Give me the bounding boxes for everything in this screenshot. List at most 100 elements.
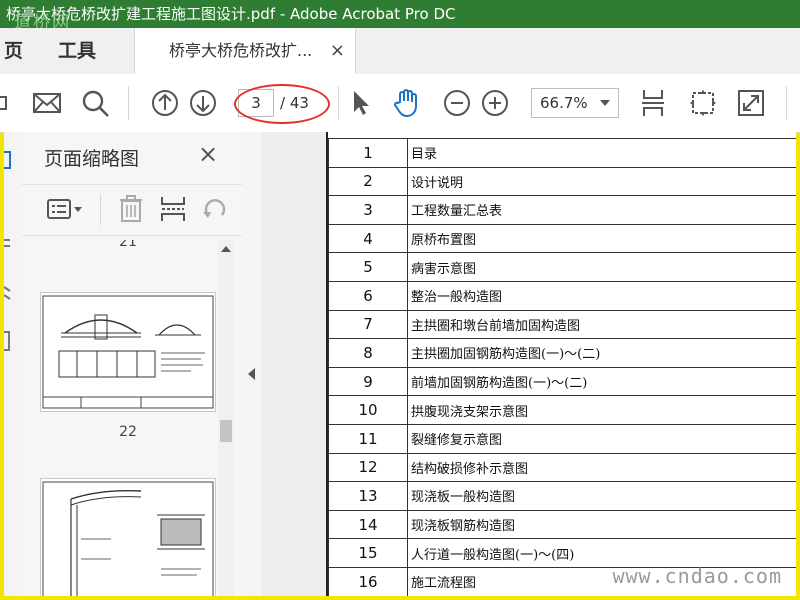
table-row: 13 现浇板一般构造图 <box>328 481 796 511</box>
thumbnail-page-number: 21 <box>119 240 137 250</box>
row-number: 16 <box>328 566 408 596</box>
tab-tools[interactable]: 工具 <box>58 28 96 74</box>
zoom-out-icon[interactable] <box>442 88 472 118</box>
drawing-index-table: 1 目录 2 设计说明 3 工程数量汇总表 4 原桥布置图 5 病害示意图 6 整治一般构造图 7 主拱圈… <box>328 138 796 596</box>
table-row: 9 前墙加固钢筋构造图(一)～(二) <box>328 366 796 397</box>
table-row: 7 主拱圈和墩台前墙加固构造图 <box>328 309 796 340</box>
drawing-title: 设计说明 <box>407 166 796 197</box>
collapse-panel-icon[interactable] <box>248 368 255 380</box>
tab-document-label: 桥亭大桥危桥改扩... <box>169 41 313 60</box>
select-cursor-icon[interactable] <box>346 88 376 118</box>
thumbnail-page-number: 22 <box>119 424 137 440</box>
main-toolbar: 3 / 43 66.7% <box>0 74 800 133</box>
drawing-title: 整治一般构造图 <box>407 280 796 311</box>
zoom-select[interactable]: 66.7% <box>531 88 619 118</box>
chevron-down-icon <box>600 100 610 106</box>
drawing-title: 原桥布置图 <box>407 223 796 254</box>
panel-separator <box>100 195 101 225</box>
zoom-in-icon[interactable] <box>480 88 510 118</box>
toolbar-separator <box>338 86 339 120</box>
drawing-title: 前墙加固钢筋构造图(一)～(二) <box>407 366 796 397</box>
table-row: 4 原桥布置图 <box>328 223 796 254</box>
thumbnail-scrollbar[interactable] <box>218 240 234 596</box>
panel-title: 页面缩略图 <box>44 148 140 170</box>
fit-page-icon[interactable] <box>688 88 718 118</box>
toolbar-separator <box>128 86 129 120</box>
pane-divider[interactable] <box>242 132 262 596</box>
row-number: 1 <box>328 138 408 168</box>
row-number: 15 <box>328 538 408 568</box>
row-number: 11 <box>328 423 408 454</box>
row-number: 14 <box>328 509 408 540</box>
search-icon[interactable] <box>80 88 110 118</box>
annotation-circle <box>234 84 330 124</box>
row-number: 5 <box>328 252 408 282</box>
attachments-icon[interactable] <box>4 330 14 352</box>
drawing-title: 工程数量汇总表 <box>407 195 796 225</box>
layers-icon[interactable] <box>4 284 14 302</box>
tab-bar: 页 工具 桥亭大桥危桥改扩... × <box>0 28 800 75</box>
table-row: 11 裂缝修复示意图 <box>328 423 796 454</box>
row-number: 3 <box>328 195 408 225</box>
tab-home[interactable]: 页 <box>4 28 23 74</box>
drawing-title: 病害示意图 <box>407 252 796 282</box>
scrollbar-thumb[interactable] <box>220 420 232 442</box>
thumbnail-page-22[interactable] <box>40 292 216 412</box>
drawing-thumbnail <box>42 481 214 596</box>
table-row: 12 结构破损修补示意图 <box>328 452 796 483</box>
table-row: 14 现浇板钢筋构造图 <box>328 509 796 540</box>
row-number: 6 <box>328 280 408 311</box>
row-number: 8 <box>328 338 408 368</box>
row-number: 7 <box>328 309 408 340</box>
window-title-bar: 桥亭大桥危桥改扩建工程施工图设计.pdf - Adobe Acrobat Pro… <box>0 0 800 28</box>
table-row: 10 拱腹现浇支架示意图 <box>328 395 796 425</box>
drawing-title: 现浇板钢筋构造图 <box>407 509 796 540</box>
window-title: 桥亭大桥危桥改扩建工程施工图设计.pdf - Adobe Acrobat Pro… <box>6 5 456 23</box>
tab-close-icon[interactable]: × <box>330 40 345 61</box>
next-page-icon[interactable] <box>188 88 218 118</box>
document-page: 1 目录 2 设计说明 3 工程数量汇总表 4 原桥布置图 5 病害示意图 6 整治一般构造图 7 主拱圈… <box>326 132 796 596</box>
row-number: 10 <box>328 395 408 425</box>
document-viewport[interactable]: 1 目录 2 设计说明 3 工程数量汇总表 4 原桥布置图 5 病害示意图 6 整治一般构造图 7 主拱圈… <box>262 132 796 596</box>
page-thumbnails-icon[interactable] <box>4 150 14 172</box>
hand-tool-icon[interactable] <box>392 88 422 118</box>
drawing-title: 主拱圈和墩台前墙加固构造图 <box>407 309 796 340</box>
table-row: 1 目录 <box>328 138 796 168</box>
row-number: 4 <box>328 223 408 254</box>
drawing-title: 拱腹现浇支架示意图 <box>407 395 796 425</box>
page-thumbnails-panel: 页面缩略图 × 21 22 <box>22 132 243 596</box>
zoom-value: 66.7% <box>540 94 588 112</box>
options-menu-icon[interactable] <box>46 195 86 223</box>
print-icon[interactable] <box>0 88 10 118</box>
drawing-title: 结构破损修补示意图 <box>407 452 796 483</box>
drawing-title: 目录 <box>407 138 796 168</box>
email-icon[interactable] <box>32 88 62 118</box>
close-icon[interactable]: × <box>198 142 218 166</box>
full-screen-icon[interactable] <box>736 88 766 118</box>
navigation-pane-strip <box>4 132 23 596</box>
thumbnail-page[interactable] <box>40 478 216 596</box>
drawing-thumbnail <box>42 295 214 409</box>
row-number: 2 <box>328 166 408 197</box>
previous-page-icon[interactable] <box>150 88 180 118</box>
thumbnail-list[interactable]: 21 22 <box>22 240 218 596</box>
row-number: 9 <box>328 366 408 397</box>
drawing-title: 裂缝修复示意图 <box>407 423 796 454</box>
table-row: 2 设计说明 <box>328 166 796 197</box>
drawing-title: 主拱圈加固钢筋构造图(一)～(二) <box>407 338 796 368</box>
delete-page-icon[interactable] <box>116 195 146 223</box>
tab-document[interactable]: 桥亭大桥危桥改扩... × <box>134 28 356 75</box>
bookmarks-icon[interactable] <box>4 236 14 254</box>
rotate-icon[interactable] <box>200 195 230 223</box>
row-number: 12 <box>328 452 408 483</box>
table-row: 8 主拱圈加固钢筋构造图(一)～(二) <box>328 338 796 368</box>
table-row: 3 工程数量汇总表 <box>328 195 796 225</box>
row-number: 13 <box>328 481 408 511</box>
fit-width-icon[interactable] <box>638 88 668 118</box>
drawing-title: 现浇板一般构造图 <box>407 481 796 511</box>
panel-toolbar <box>22 184 242 236</box>
table-row: 6 整治一般构造图 <box>328 280 796 311</box>
scroll-up-icon[interactable] <box>221 246 231 252</box>
insert-pages-icon[interactable] <box>158 195 188 223</box>
site-watermark: www.cndao.com <box>612 564 782 588</box>
